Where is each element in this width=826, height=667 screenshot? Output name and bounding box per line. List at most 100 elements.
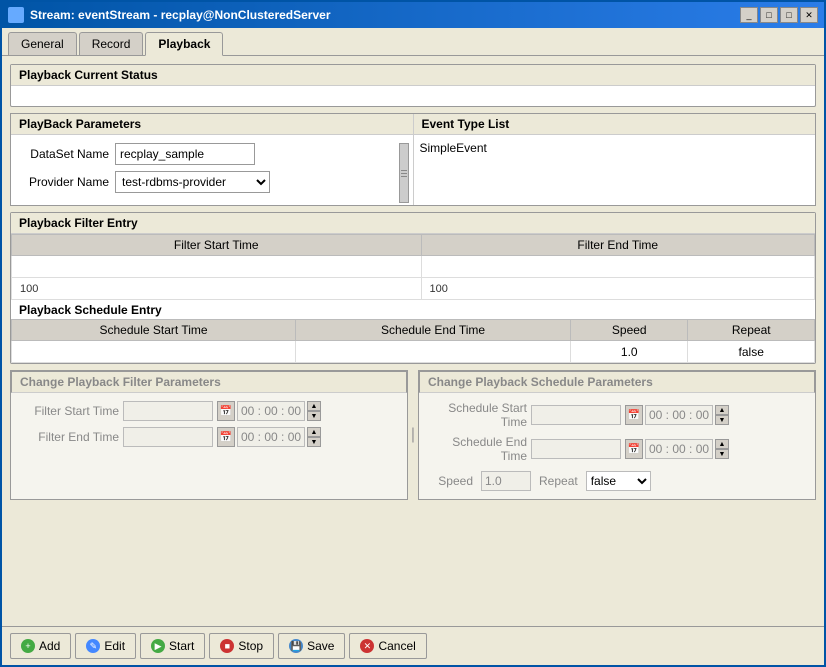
table-row [12, 256, 815, 278]
event-type-section: Event Type List SimpleEvent [414, 114, 816, 205]
divider: | [408, 370, 418, 500]
sched-start-time-input[interactable] [645, 405, 713, 425]
speed-repeat-row: Speed Repeat false true [427, 471, 807, 491]
main-window: Stream: eventStream - recplay@NonCluster… [0, 0, 826, 667]
maximize-button[interactable]: □ [780, 7, 798, 23]
filter-start-partial[interactable]: 100 [12, 278, 422, 300]
status-content [11, 86, 815, 106]
filter-end-date-input[interactable] [123, 427, 213, 447]
window-title: Stream: eventStream - recplay@NonCluster… [30, 8, 331, 22]
schedule-entry-title: Playback Schedule Entry [11, 300, 815, 319]
provider-label: Provider Name [19, 175, 109, 189]
change-schedule-title: Change Playback Schedule Parameters [419, 371, 815, 393]
change-filter-title: Change Playback Filter Parameters [11, 371, 407, 393]
filter-start-cell[interactable] [12, 256, 422, 278]
filter-table: Filter Start Time Filter End Time 100 10… [11, 234, 815, 300]
filter-start-row: Filter Start Time 📅 ▲ ▼ [19, 401, 399, 421]
sched-start-date-input[interactable] [531, 405, 621, 425]
params-scrollbar[interactable] [399, 143, 409, 203]
sched-col-start: Schedule Start Time [12, 320, 296, 341]
event-type-item[interactable]: SimpleEvent [420, 141, 810, 155]
sched-speed-cell[interactable]: 1.0 [571, 341, 688, 363]
sched-end-cal-btn[interactable]: 📅 [625, 439, 643, 459]
tab-playback[interactable]: Playback [145, 32, 223, 56]
filter-start-spin-up[interactable]: ▲ [307, 401, 321, 411]
sched-start-cell[interactable] [12, 341, 296, 363]
sched-end-label: Schedule End Time [427, 435, 527, 463]
sched-start-row: Schedule Start Time 📅 ▲ ▼ [427, 401, 807, 429]
sched-start-spin-up[interactable]: ▲ [715, 405, 729, 415]
cancel-icon: ✕ [360, 639, 374, 653]
filter-start-cal-btn[interactable]: 📅 [217, 401, 235, 421]
sched-repeat-cell[interactable]: false [688, 341, 815, 363]
filter-end-row: Filter End Time 📅 ▲ ▼ [19, 427, 399, 447]
sched-start-cal-btn[interactable]: 📅 [625, 405, 643, 425]
filter-end-spin-up[interactable]: ▲ [307, 427, 321, 437]
filter-end-cal-btn[interactable]: 📅 [217, 427, 235, 447]
tab-general[interactable]: General [8, 32, 77, 55]
params-section: PlayBack Parameters DataSet Name Provide… [11, 114, 414, 205]
params-title: PlayBack Parameters [11, 114, 413, 135]
window-controls: _ □ □ ✕ [740, 7, 818, 23]
filter-start-label: Filter Start Time [19, 404, 119, 418]
sched-end-spin-up[interactable]: ▲ [715, 439, 729, 449]
provider-select[interactable]: test-rdbms-provider [115, 171, 270, 193]
filter-start-time-wrap: 📅 ▲ ▼ [217, 401, 321, 421]
add-button[interactable]: + Add [10, 633, 71, 659]
sched-end-spin-down[interactable]: ▼ [715, 449, 729, 459]
change-filter-content: Filter Start Time 📅 ▲ ▼ Filter End [11, 393, 407, 455]
filter-end-spin-down[interactable]: ▼ [307, 437, 321, 447]
repeat-label: Repeat [539, 474, 578, 488]
stop-button[interactable]: ■ Stop [209, 633, 274, 659]
footer: + Add ✎ Edit ▶ Start ■ Stop 💾 Save ✕ Can… [2, 626, 824, 665]
event-type-list: SimpleEvent [414, 135, 816, 205]
filter-start-date-input[interactable] [123, 401, 213, 421]
speed-input[interactable] [481, 471, 531, 491]
schedule-table: Schedule Start Time Schedule End Time Sp… [11, 319, 815, 363]
change-filter-box: Change Playback Filter Parameters Filter… [10, 370, 408, 500]
table-row: 1.0 false [12, 341, 815, 363]
params-inner: DataSet Name Provider Name test-rdbms-pr… [11, 135, 413, 201]
edit-button[interactable]: ✎ Edit [75, 633, 136, 659]
event-type-title: Event Type List [414, 114, 816, 135]
minimize-button[interactable]: _ [740, 7, 758, 23]
close-button[interactable]: ✕ [800, 7, 818, 23]
cancel-label: Cancel [378, 639, 415, 653]
edit-label: Edit [104, 639, 125, 653]
filter-end-time-input[interactable] [237, 427, 305, 447]
repeat-select[interactable]: false true [586, 471, 651, 491]
sched-end-date-input[interactable] [531, 439, 621, 459]
sched-end-row: Schedule End Time 📅 ▲ ▼ [427, 435, 807, 463]
sched-start-spin-down[interactable]: ▼ [715, 415, 729, 425]
save-icon: 💾 [289, 639, 303, 653]
sched-end-cell[interactable] [296, 341, 571, 363]
filter-section: Playback Filter Entry Filter Start Time … [10, 212, 816, 364]
save-button[interactable]: 💾 Save [278, 633, 345, 659]
sched-end-time-input[interactable] [645, 439, 713, 459]
filter-end-partial[interactable]: 100 [421, 278, 814, 300]
filter-start-time-input[interactable] [237, 401, 305, 421]
add-icon: + [21, 639, 35, 653]
filter-start-spinner: ▲ ▼ [307, 401, 321, 421]
filter-col-start: Filter Start Time [12, 235, 422, 256]
start-icon: ▶ [151, 639, 165, 653]
save-label: Save [307, 639, 334, 653]
change-params-row: Change Playback Filter Parameters Filter… [10, 370, 816, 500]
dataset-input[interactable] [115, 143, 255, 165]
sched-start-label: Schedule Start Time [427, 401, 527, 429]
add-label: Add [39, 639, 60, 653]
title-bar: Stream: eventStream - recplay@NonCluster… [2, 2, 824, 28]
restore-button[interactable]: □ [760, 7, 778, 23]
cancel-button[interactable]: ✕ Cancel [349, 633, 426, 659]
filter-content: Filter Start Time Filter End Time 100 10… [11, 234, 815, 300]
tab-record[interactable]: Record [79, 32, 144, 55]
sched-col-end: Schedule End Time [296, 320, 571, 341]
start-button[interactable]: ▶ Start [140, 633, 205, 659]
filter-end-time-wrap: 📅 ▲ ▼ [217, 427, 321, 447]
change-schedule-box: Change Playback Schedule Parameters Sche… [418, 370, 816, 500]
filter-start-spin-down[interactable]: ▼ [307, 411, 321, 421]
tab-bar: General Record Playback [2, 28, 824, 56]
status-section: Playback Current Status [10, 64, 816, 107]
table-row: 100 100 [12, 278, 815, 300]
filter-end-cell[interactable] [421, 256, 814, 278]
